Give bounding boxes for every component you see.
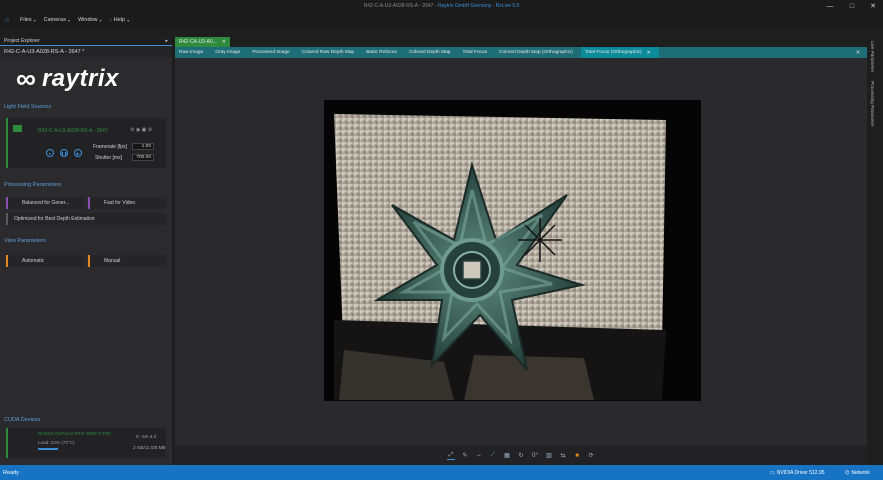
record-button[interactable]: ●	[46, 149, 54, 157]
gpu-load-bar	[38, 448, 58, 450]
zoom-label[interactable]: 0°	[531, 452, 539, 460]
fit-icon[interactable]: ⤢	[447, 452, 455, 460]
gpu-load: Load: 22% (70°C)	[38, 440, 75, 445]
logo-symbol: ∞	[16, 63, 36, 94]
tab-raw-image[interactable]: Raw Image	[175, 47, 211, 58]
tab-processed-image[interactable]: Processed Image	[248, 47, 297, 58]
driver-status[interactable]: ▭ NVIDIA Driver 512.95	[770, 470, 825, 476]
tab-total-focus[interactable]: Total Focus	[458, 47, 495, 58]
raytrix-logo: ∞ raytrix	[0, 57, 172, 101]
title-bar: R42-C-A-U3-A028-RS-A - 2647 - Raytrix Gm…	[0, 0, 883, 12]
histogram-icon[interactable]: ▥	[545, 452, 553, 460]
preset-best-depth[interactable]: Optimized for Best Depth Estimation	[6, 213, 166, 225]
view-tabs: Raw Image Gray Image Processed Image Col…	[175, 47, 867, 58]
camera-name: R42-C-A-U3-A028-RS-A - 2647 *	[0, 46, 172, 57]
color-icon[interactable]: ■	[573, 452, 581, 460]
maximize-button[interactable]: □	[842, 0, 862, 12]
tab-basic-refocus[interactable]: Basic Refocus	[362, 47, 405, 58]
total-focus-image[interactable]	[324, 100, 701, 401]
processing-parameters-title: Processing Parameters	[4, 182, 62, 188]
light-field-source-card[interactable]: R42-C-A-U3-A028-RS-A - 2647 ⚙ ◉ ▣ ⚙ ● ❚❚…	[6, 118, 166, 168]
cuda-devices-title: CUDA Devices	[4, 417, 41, 423]
monitor-icon: ▭	[770, 469, 775, 476]
minimize-button[interactable]: —	[820, 0, 840, 12]
document-tab[interactable]: R42-CA-U3-A0... ✕	[175, 37, 230, 47]
picker-icon[interactable]: ✎	[461, 452, 469, 460]
pin-icon[interactable]: ▸	[165, 38, 168, 44]
tab-total-focus-ortho[interactable]: Total Focus (Orthographic) ✕	[580, 47, 659, 58]
gpu-memory: 2 GB/11 GB MB	[133, 445, 166, 450]
line-icon[interactable]: ⟋	[489, 452, 497, 460]
menu-help[interactable]: ? Help ▾	[110, 17, 130, 23]
view-manual[interactable]: Manual	[88, 255, 166, 267]
gpu-name: NVIDIA GeForce RTX 2080 Ti FID	[38, 432, 111, 437]
rotate-icon[interactable]: ↻	[517, 452, 525, 460]
tab-gray-image[interactable]: Gray Image	[211, 47, 248, 58]
menu-bar: ⌂ Files ▾ Cameras ▾ Window ▾ ? Help ▾	[0, 12, 883, 28]
right-panel-rail: Live Parameter Processing Parameter	[867, 37, 883, 465]
device-settings-icon[interactable]: ⚙ ◉ ▣ ⚙	[130, 127, 152, 133]
view-automatic[interactable]: Automatic	[6, 255, 84, 267]
gpu-index: 0 : sm 4.4	[136, 434, 157, 439]
menu-cameras[interactable]: Cameras ▾	[44, 17, 70, 23]
status-bar: Ready ▭ NVIDIA Driver 512.95 ⌬ Network	[0, 465, 883, 480]
rail-live-parameter[interactable]: Live Parameter	[870, 41, 875, 72]
window-title: R42-C-A-U3-A028-RS-A - 2647 - Raytrix Gm…	[363, 3, 520, 9]
device-name: R42-C-A-U3-A028-RS-A - 2647	[38, 128, 108, 134]
rendered-star-object	[334, 114, 666, 400]
pause-button[interactable]: ❚❚	[60, 149, 68, 157]
preset-fast-video[interactable]: Fast for Video	[88, 197, 166, 209]
logo-text: raytrix	[41, 65, 119, 92]
tab-colored-depth-map[interactable]: Colored Depth Map	[405, 47, 459, 58]
network-icon: ⌬	[845, 469, 850, 476]
shutter-label: Shutter [ms]	[95, 155, 122, 161]
shutter-input[interactable]: 700.00	[132, 154, 154, 161]
camera-icon	[13, 125, 22, 132]
close-icon[interactable]: ✕	[647, 50, 651, 56]
home-icon[interactable]: ⌂	[5, 17, 12, 24]
framerate-input[interactable]: 1.00	[132, 143, 154, 150]
tab-colored-raw-depth-map[interactable]: Colored Raw Depth Map	[298, 47, 363, 58]
close-icon[interactable]: ✕	[222, 39, 226, 45]
document-tabs: R42-CA-U3-A0... ✕	[175, 37, 230, 47]
viewer-toolbar: ⤢ ✎ ⌐ ⟋ ▦ ↻ 0° ▥ ⇆ ■ ⟳	[175, 446, 867, 465]
project-explorer-header: Project Explorer ▸	[0, 37, 172, 46]
light-field-sources-title: Light Field Sources	[4, 104, 52, 110]
tab-colored-depth-map-ortho[interactable]: Colored Depth Map (Orthographic)	[495, 47, 581, 58]
refresh-icon[interactable]: ⟳	[587, 452, 595, 460]
close-button[interactable]: ✕	[863, 0, 883, 12]
mirror-icon[interactable]: ⇆	[559, 452, 567, 460]
status-ready: Ready	[3, 469, 19, 476]
framerate-label: Framerate [fps]	[93, 144, 127, 150]
image-viewer[interactable]	[175, 58, 867, 446]
rail-processing-parameter[interactable]: Processing Parameter	[870, 81, 875, 126]
view-parameters-title: View Parameters	[4, 238, 46, 244]
network-status[interactable]: ⌬ Network	[845, 470, 870, 476]
close-all-tabs-icon[interactable]: ✕	[854, 47, 862, 58]
play-button[interactable]: ▶	[74, 149, 82, 157]
preset-balanced[interactable]: Balanced for Gener...	[6, 197, 84, 209]
grid-icon[interactable]: ▦	[503, 452, 511, 460]
menu-window[interactable]: Window ▾	[78, 17, 102, 23]
crop-icon[interactable]: ⌐	[475, 452, 483, 460]
cuda-device-card[interactable]: NVIDIA GeForce RTX 2080 Ti FID Load: 22%…	[6, 428, 166, 458]
project-explorer-panel: Project Explorer ▸ R42-C-A-U3-A028-RS-A …	[0, 37, 172, 465]
menu-files[interactable]: Files ▾	[20, 17, 36, 23]
